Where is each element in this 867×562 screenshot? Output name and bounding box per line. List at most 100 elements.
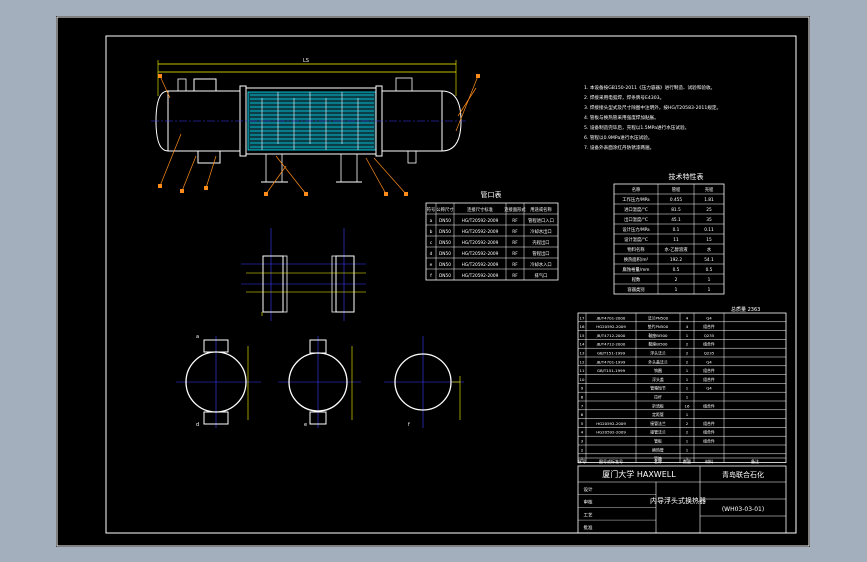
table-cell: 水-乙醇溶液 xyxy=(664,246,688,253)
table-cell: 35 xyxy=(706,217,712,223)
table-cell: 接管法兰 xyxy=(650,421,666,426)
table-cell: 接管法兰 xyxy=(650,430,666,435)
table-cell: 1 xyxy=(686,412,689,417)
table-cell: 组合件 xyxy=(703,342,715,347)
table-cell: 16 xyxy=(580,324,585,329)
tech-note-line: 5. 设备制造完毕后，壳程以1.5MPa进行水压试验。 xyxy=(584,124,689,131)
table-cell: 折流板 xyxy=(652,403,664,408)
table-cell: 冷却水出口 xyxy=(530,228,551,235)
school-name: 厦门大学 HAXWELL xyxy=(602,469,676,479)
table-cell: 7 xyxy=(581,403,584,408)
table-cell: GB/T151-1999 xyxy=(597,351,626,356)
table-cell: 0.5 xyxy=(706,267,713,273)
table-cell: RF xyxy=(512,240,518,246)
table-cell: d xyxy=(430,251,433,257)
title-row-label: 设计 xyxy=(584,486,593,493)
table-cell: 冷却水入口 xyxy=(530,261,551,268)
title-block: 厦门大学 HAXWELL 青岛联合石化 内导浮头式换热器 (WH03-03-01… xyxy=(577,465,787,534)
table-cell: 鞍座BI500 xyxy=(648,333,668,338)
table-cell: 换热管 xyxy=(652,447,664,452)
section-mark-a: a xyxy=(196,334,199,340)
table-cell: 组合件 xyxy=(703,377,715,382)
outer-border xyxy=(56,16,810,547)
cross-section-views: a d e f xyxy=(176,334,464,428)
table-cell: 1 xyxy=(686,377,689,382)
table-cell: 1 xyxy=(686,386,689,391)
table-cell: RF xyxy=(512,218,518,224)
table-header-cell: 连接尺寸标准 xyxy=(467,206,493,213)
table-cell: 2 xyxy=(686,342,689,347)
table-cell: 钩圈 xyxy=(654,368,662,373)
company-name: 青岛联合石化 xyxy=(722,470,764,479)
table-cell: HG/T20592-2009 xyxy=(462,273,499,279)
table-cell: 45.1 xyxy=(671,217,681,223)
table-cell: JB/T4701-2000 xyxy=(596,315,626,320)
table-cell: 2 xyxy=(581,447,584,452)
title-row-label: 批准 xyxy=(584,524,593,531)
table-cell: 15 xyxy=(580,333,585,338)
table-cell: 设计温度/°C xyxy=(624,236,648,243)
nozzle-table-title: 管口表 xyxy=(481,190,502,199)
table-cell: 1 xyxy=(675,287,678,293)
table-cell: 0.455 xyxy=(670,197,683,203)
table-cell: HG20592-2009 xyxy=(596,430,626,435)
table-cell: 0.11 xyxy=(704,227,714,233)
table-cell: 换热面积/m² xyxy=(624,256,649,263)
title-row-label: 审核 xyxy=(584,499,593,506)
section-mark-e: e xyxy=(304,422,307,428)
table-cell: 13 xyxy=(580,351,585,356)
drawing-number: (WH03-03-01) xyxy=(722,506,764,513)
table-cell: Q4 xyxy=(706,359,712,364)
table-cell: 排气口 xyxy=(535,272,548,279)
table-cell: 0.5 xyxy=(673,267,680,273)
table-cell: 垫片PN500 xyxy=(648,324,669,329)
table-cell: Q235 xyxy=(704,333,715,338)
tech-note-line: 6. 管程以0.9MPa进行水压试验。 xyxy=(584,134,652,141)
table-cell: 1 xyxy=(686,333,689,338)
title-row-label: 工艺 xyxy=(584,512,593,518)
table-cell: HG/T20592-2009 xyxy=(462,262,499,268)
table-cell: 工作压力/MPa xyxy=(622,196,650,203)
table-cell: DN50 xyxy=(439,251,451,257)
table-cell: 鞍座BI500 xyxy=(648,342,668,347)
table-cell: HG/T20592-2009 xyxy=(462,251,499,257)
tech-note-line: 1. 本设备按GB150-2011《压力容器》进行制造、试验和验收。 xyxy=(584,84,715,91)
table-cell: DN50 xyxy=(439,262,451,268)
flange-side-views xyxy=(241,228,366,321)
table-cell: 6 xyxy=(581,412,584,417)
table-cell: JB/T4712-2000 xyxy=(596,342,626,347)
table-cell: 192.2 xyxy=(670,257,683,263)
exchanger-elevation: LS xyxy=(151,58,480,196)
nozzle-table: 管口表 符号 公称尺寸 连接尺寸标准 连接面形式 用途或名称 a DN50 HG/T20592… xyxy=(425,190,559,281)
table-cell: 1.81 xyxy=(704,197,714,203)
table-cell: 组合件 xyxy=(703,430,715,435)
technical-requirements: 1. 本设备按GB150-2011《压力容器》进行制造、试验和验收。 2. 焊接采… xyxy=(584,84,721,151)
table-cell: 81.5 xyxy=(671,207,681,213)
table-cell: 组合件 xyxy=(703,324,715,329)
cad-viewport[interactable]: LS a d e f 1. 本设备按GB150-2011《压力容器》进行制造、试… xyxy=(0,0,867,562)
table-cell: 外头盖法兰 xyxy=(648,359,668,364)
table-cell: 54.1 xyxy=(704,257,714,263)
table-cell: 设计压力/MPa xyxy=(622,226,650,233)
table-cell: 1 xyxy=(686,447,689,452)
table-cell: 10 xyxy=(580,377,585,382)
tech-note-line: 4. 管板与换热管采用强度焊加贴胀。 xyxy=(584,114,659,121)
parts-list: 总质量 2363 17 JB/T4701-2000 法兰PN500 4 Q416 HG20… xyxy=(577,306,787,464)
table-cell: 1 xyxy=(686,368,689,373)
tech-spec-table: 技术特性表 名称 管程 壳程工作压力/MPa 0.455 1.81 进口温度/°C 81.5… xyxy=(613,172,725,295)
table-cell: 4 xyxy=(686,324,689,329)
table-cell: 程数 xyxy=(632,276,641,283)
drawing-canvas: LS a d e f 1. 本设备按GB150-2011《压力容器》进行制造、试… xyxy=(56,16,810,547)
table-cell: b xyxy=(430,229,433,235)
table-cell: JB/T4712-2000 xyxy=(596,333,626,338)
parts-footer-cell: 数量 xyxy=(683,458,691,464)
parts-footer-cell: 名称 xyxy=(654,458,662,464)
table-cell: DN50 xyxy=(439,218,451,224)
dimension-label: LS xyxy=(303,58,309,64)
table-cell: a xyxy=(430,219,433,224)
table-cell: 组合件 xyxy=(703,368,715,373)
table-cell: Q4 xyxy=(706,315,712,320)
table-cell: RF xyxy=(512,273,518,279)
tech-note-line: 2. 焊接采用电弧焊，焊条牌号E4303。 xyxy=(584,94,664,101)
parts-header-label: 总质量 2363 xyxy=(731,306,760,313)
